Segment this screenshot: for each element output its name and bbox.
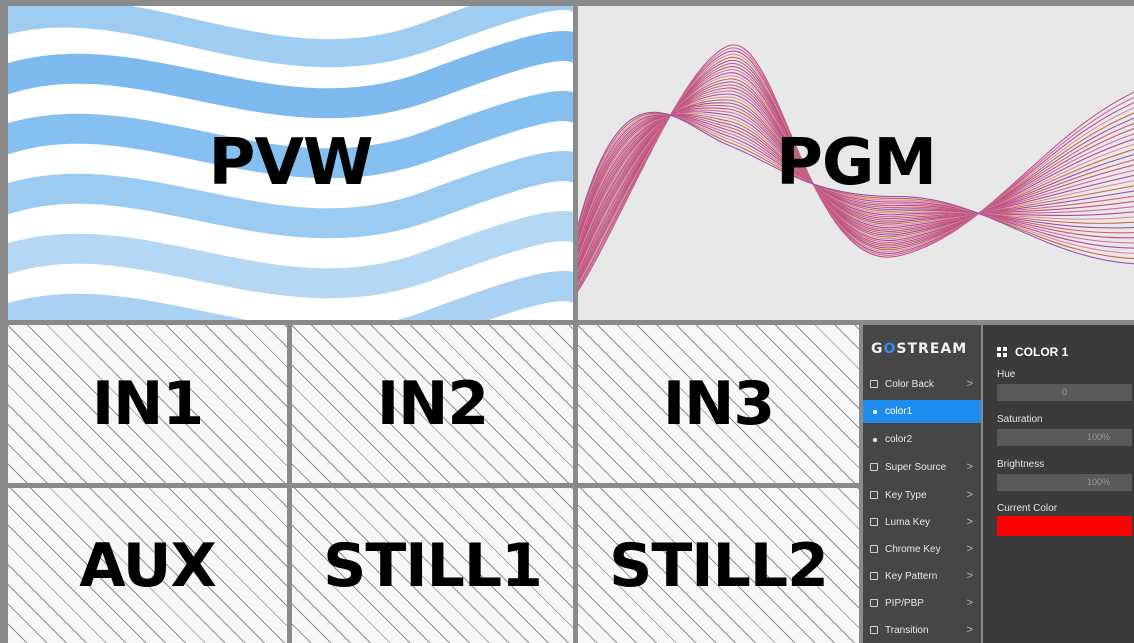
current-color-swatch xyxy=(997,516,1132,536)
preview-monitor[interactable]: PVW xyxy=(8,6,573,320)
menu-item-color1[interactable]: color1 xyxy=(863,400,981,423)
menu-item-key-type[interactable]: Key Type > xyxy=(863,484,981,507)
still-1-monitor[interactable]: STILL1 xyxy=(292,488,573,643)
input-3-monitor[interactable]: IN3 xyxy=(578,325,859,483)
input-2-label: IN2 xyxy=(376,369,489,439)
menu-item-chrome-key[interactable]: Chrome Key > xyxy=(863,538,981,561)
dot-icon xyxy=(873,438,877,442)
chevron-right-icon: > xyxy=(966,461,973,473)
still-2-label: STILL2 xyxy=(609,530,829,601)
aux-label: AUX xyxy=(79,530,217,601)
brightness-label: Brightness xyxy=(997,459,1045,470)
chevron-right-icon: > xyxy=(966,624,973,636)
menu-item-transition[interactable]: Transition > xyxy=(863,619,981,642)
menu-item-pip-pbp[interactable]: PIP/PBP > xyxy=(863,592,981,615)
menu-item-color-back[interactable]: Color Back > xyxy=(863,373,981,396)
hue-label: Hue xyxy=(997,369,1016,380)
saturation-field[interactable]: 100% xyxy=(997,429,1132,446)
square-icon xyxy=(870,491,878,499)
input-2-monitor[interactable]: IN2 xyxy=(292,325,573,483)
brightness-field[interactable]: 100% xyxy=(997,474,1132,491)
input-1-label: IN1 xyxy=(91,369,204,439)
aux-monitor[interactable]: AUX xyxy=(8,488,287,643)
square-icon xyxy=(870,518,878,526)
square-icon xyxy=(870,545,878,553)
menu-item-color2[interactable]: color2 xyxy=(863,428,981,451)
chevron-right-icon: > xyxy=(966,489,973,501)
gostream-logo: GOSTREAM xyxy=(871,341,968,357)
color-settings-panel: COLOR 1 Hue 0 Saturation 100% Brightness… xyxy=(983,325,1134,643)
square-icon xyxy=(870,599,878,607)
still-2-monitor[interactable]: STILL2 xyxy=(578,488,859,643)
chevron-right-icon: > xyxy=(966,543,973,555)
program-monitor[interactable]: PGM xyxy=(578,6,1134,320)
settings-title: COLOR 1 xyxy=(997,345,1068,359)
dot-icon xyxy=(873,410,877,414)
preview-label: PVW xyxy=(208,126,373,200)
chevron-right-icon: > xyxy=(966,597,973,609)
still-1-label: STILL1 xyxy=(323,530,543,601)
square-icon xyxy=(870,572,878,580)
current-color-label: Current Color xyxy=(997,503,1058,514)
input-1-monitor[interactable]: IN1 xyxy=(8,325,287,483)
chevron-right-icon: > xyxy=(966,516,973,528)
hue-field[interactable]: 0 xyxy=(997,384,1132,401)
chevron-right-icon: > xyxy=(966,378,973,390)
grid-icon xyxy=(997,347,1007,357)
menu-item-luma-key[interactable]: Luma Key > xyxy=(863,511,981,534)
square-icon xyxy=(870,380,878,388)
menu-item-super-source[interactable]: Super Source > xyxy=(863,456,981,479)
program-label: PGM xyxy=(775,126,937,200)
chevron-right-icon: > xyxy=(966,570,973,582)
saturation-label: Saturation xyxy=(997,414,1043,425)
square-icon xyxy=(870,463,878,471)
input-3-label: IN3 xyxy=(662,369,775,439)
menu-item-key-pattern[interactable]: Key Pattern > xyxy=(863,565,981,588)
menu-sidebar: GOSTREAM Color Back > color1 color2 Supe… xyxy=(863,325,981,643)
square-icon xyxy=(870,626,878,634)
